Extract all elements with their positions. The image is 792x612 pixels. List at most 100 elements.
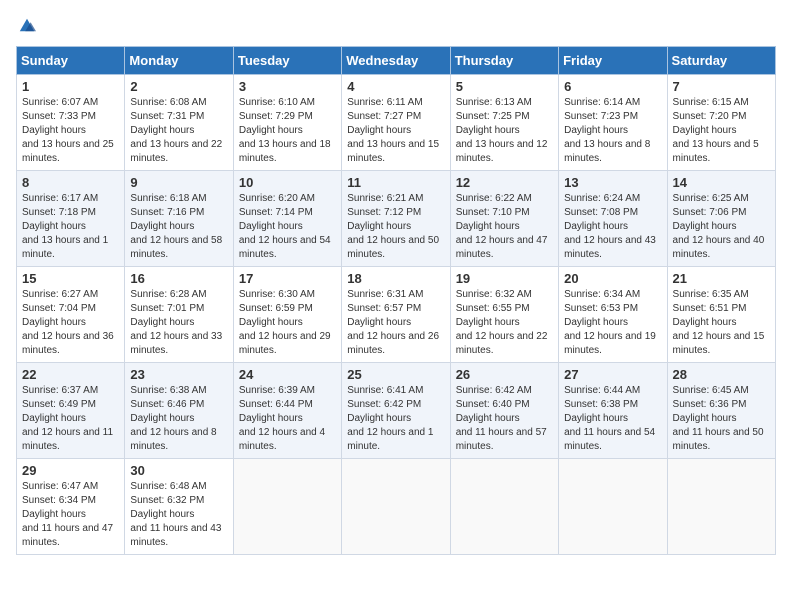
calendar-cell xyxy=(667,459,775,555)
calendar-cell: 30 Sunrise: 6:48 AM Sunset: 6:32 PM Dayl… xyxy=(125,459,233,555)
calendar-cell: 15 Sunrise: 6:27 AM Sunset: 7:04 PM Dayl… xyxy=(17,267,125,363)
day-number: 16 xyxy=(130,271,227,286)
logo xyxy=(16,16,36,34)
day-number: 25 xyxy=(347,367,444,382)
day-number: 23 xyxy=(130,367,227,382)
calendar-cell: 1 Sunrise: 6:07 AM Sunset: 7:33 PM Dayli… xyxy=(17,75,125,171)
day-info: Sunrise: 6:45 AM Sunset: 6:36 PM Dayligh… xyxy=(673,384,770,454)
calendar-cell: 17 Sunrise: 6:30 AM Sunset: 6:59 PM Dayl… xyxy=(233,267,341,363)
calendar-cell: 25 Sunrise: 6:41 AM Sunset: 6:42 PM Dayl… xyxy=(342,363,450,459)
calendar-cell: 10 Sunrise: 6:20 AM Sunset: 7:14 PM Dayl… xyxy=(233,171,341,267)
calendar-cell: 5 Sunrise: 6:13 AM Sunset: 7:25 PM Dayli… xyxy=(450,75,558,171)
calendar-cell: 7 Sunrise: 6:15 AM Sunset: 7:20 PM Dayli… xyxy=(667,75,775,171)
day-info: Sunrise: 6:27 AM Sunset: 7:04 PM Dayligh… xyxy=(22,288,119,358)
calendar-cell: 24 Sunrise: 6:39 AM Sunset: 6:44 PM Dayl… xyxy=(233,363,341,459)
calendar-cell: 6 Sunrise: 6:14 AM Sunset: 7:23 PM Dayli… xyxy=(559,75,667,171)
calendar-cell: 26 Sunrise: 6:42 AM Sunset: 6:40 PM Dayl… xyxy=(450,363,558,459)
calendar-cell: 9 Sunrise: 6:18 AM Sunset: 7:16 PM Dayli… xyxy=(125,171,233,267)
day-info: Sunrise: 6:24 AM Sunset: 7:08 PM Dayligh… xyxy=(564,192,661,262)
day-number: 8 xyxy=(22,175,119,190)
day-info: Sunrise: 6:31 AM Sunset: 6:57 PM Dayligh… xyxy=(347,288,444,358)
day-info: Sunrise: 6:28 AM Sunset: 7:01 PM Dayligh… xyxy=(130,288,227,358)
calendar-cell: 16 Sunrise: 6:28 AM Sunset: 7:01 PM Dayl… xyxy=(125,267,233,363)
day-info: Sunrise: 6:35 AM Sunset: 6:51 PM Dayligh… xyxy=(673,288,770,358)
day-info: Sunrise: 6:44 AM Sunset: 6:38 PM Dayligh… xyxy=(564,384,661,454)
calendar-cell xyxy=(342,459,450,555)
day-info: Sunrise: 6:14 AM Sunset: 7:23 PM Dayligh… xyxy=(564,96,661,166)
day-number: 9 xyxy=(130,175,227,190)
calendar-cell: 27 Sunrise: 6:44 AM Sunset: 6:38 PM Dayl… xyxy=(559,363,667,459)
day-info: Sunrise: 6:42 AM Sunset: 6:40 PM Dayligh… xyxy=(456,384,553,454)
calendar-cell: 14 Sunrise: 6:25 AM Sunset: 7:06 PM Dayl… xyxy=(667,171,775,267)
day-number: 18 xyxy=(347,271,444,286)
day-info: Sunrise: 6:18 AM Sunset: 7:16 PM Dayligh… xyxy=(130,192,227,262)
calendar-cell: 19 Sunrise: 6:32 AM Sunset: 6:55 PM Dayl… xyxy=(450,267,558,363)
calendar-cell xyxy=(559,459,667,555)
day-info: Sunrise: 6:48 AM Sunset: 6:32 PM Dayligh… xyxy=(130,480,227,550)
calendar-week-4: 29 Sunrise: 6:47 AM Sunset: 6:34 PM Dayl… xyxy=(17,459,776,555)
day-number: 12 xyxy=(456,175,553,190)
col-header-tuesday: Tuesday xyxy=(233,47,341,75)
calendar-cell: 11 Sunrise: 6:21 AM Sunset: 7:12 PM Dayl… xyxy=(342,171,450,267)
day-info: Sunrise: 6:20 AM Sunset: 7:14 PM Dayligh… xyxy=(239,192,336,262)
day-number: 4 xyxy=(347,79,444,94)
calendar-week-2: 15 Sunrise: 6:27 AM Sunset: 7:04 PM Dayl… xyxy=(17,267,776,363)
day-number: 10 xyxy=(239,175,336,190)
col-header-wednesday: Wednesday xyxy=(342,47,450,75)
day-number: 28 xyxy=(673,367,770,382)
day-info: Sunrise: 6:13 AM Sunset: 7:25 PM Dayligh… xyxy=(456,96,553,166)
day-info: Sunrise: 6:39 AM Sunset: 6:44 PM Dayligh… xyxy=(239,384,336,454)
day-info: Sunrise: 6:22 AM Sunset: 7:10 PM Dayligh… xyxy=(456,192,553,262)
day-number: 22 xyxy=(22,367,119,382)
calendar-cell: 22 Sunrise: 6:37 AM Sunset: 6:49 PM Dayl… xyxy=(17,363,125,459)
day-info: Sunrise: 6:47 AM Sunset: 6:34 PM Dayligh… xyxy=(22,480,119,550)
day-number: 20 xyxy=(564,271,661,286)
day-info: Sunrise: 6:34 AM Sunset: 6:53 PM Dayligh… xyxy=(564,288,661,358)
day-number: 6 xyxy=(564,79,661,94)
day-number: 30 xyxy=(130,463,227,478)
calendar-week-0: 1 Sunrise: 6:07 AM Sunset: 7:33 PM Dayli… xyxy=(17,75,776,171)
day-info: Sunrise: 6:11 AM Sunset: 7:27 PM Dayligh… xyxy=(347,96,444,166)
col-header-thursday: Thursday xyxy=(450,47,558,75)
day-number: 29 xyxy=(22,463,119,478)
day-number: 7 xyxy=(673,79,770,94)
logo-icon xyxy=(18,16,36,34)
day-number: 21 xyxy=(673,271,770,286)
page-header xyxy=(16,16,776,34)
day-number: 15 xyxy=(22,271,119,286)
day-info: Sunrise: 6:25 AM Sunset: 7:06 PM Dayligh… xyxy=(673,192,770,262)
calendar-cell: 18 Sunrise: 6:31 AM Sunset: 6:57 PM Dayl… xyxy=(342,267,450,363)
calendar-cell: 23 Sunrise: 6:38 AM Sunset: 6:46 PM Dayl… xyxy=(125,363,233,459)
day-number: 19 xyxy=(456,271,553,286)
calendar-cell: 21 Sunrise: 6:35 AM Sunset: 6:51 PM Dayl… xyxy=(667,267,775,363)
calendar-cell: 12 Sunrise: 6:22 AM Sunset: 7:10 PM Dayl… xyxy=(450,171,558,267)
day-info: Sunrise: 6:08 AM Sunset: 7:31 PM Dayligh… xyxy=(130,96,227,166)
day-number: 11 xyxy=(347,175,444,190)
calendar-cell xyxy=(233,459,341,555)
calendar-cell: 8 Sunrise: 6:17 AM Sunset: 7:18 PM Dayli… xyxy=(17,171,125,267)
day-info: Sunrise: 6:15 AM Sunset: 7:20 PM Dayligh… xyxy=(673,96,770,166)
day-number: 13 xyxy=(564,175,661,190)
calendar-week-3: 22 Sunrise: 6:37 AM Sunset: 6:49 PM Dayl… xyxy=(17,363,776,459)
day-info: Sunrise: 6:38 AM Sunset: 6:46 PM Dayligh… xyxy=(130,384,227,454)
day-number: 24 xyxy=(239,367,336,382)
calendar-week-1: 8 Sunrise: 6:17 AM Sunset: 7:18 PM Dayli… xyxy=(17,171,776,267)
day-info: Sunrise: 6:21 AM Sunset: 7:12 PM Dayligh… xyxy=(347,192,444,262)
day-number: 17 xyxy=(239,271,336,286)
calendar-table: SundayMondayTuesdayWednesdayThursdayFrid… xyxy=(16,46,776,555)
day-number: 26 xyxy=(456,367,553,382)
day-info: Sunrise: 6:10 AM Sunset: 7:29 PM Dayligh… xyxy=(239,96,336,166)
day-number: 1 xyxy=(22,79,119,94)
calendar-cell: 3 Sunrise: 6:10 AM Sunset: 7:29 PM Dayli… xyxy=(233,75,341,171)
calendar-cell: 20 Sunrise: 6:34 AM Sunset: 6:53 PM Dayl… xyxy=(559,267,667,363)
col-header-friday: Friday xyxy=(559,47,667,75)
calendar-cell: 28 Sunrise: 6:45 AM Sunset: 6:36 PM Dayl… xyxy=(667,363,775,459)
day-info: Sunrise: 6:30 AM Sunset: 6:59 PM Dayligh… xyxy=(239,288,336,358)
day-number: 2 xyxy=(130,79,227,94)
day-info: Sunrise: 6:32 AM Sunset: 6:55 PM Dayligh… xyxy=(456,288,553,358)
col-header-sunday: Sunday xyxy=(17,47,125,75)
calendar-cell: 29 Sunrise: 6:47 AM Sunset: 6:34 PM Dayl… xyxy=(17,459,125,555)
calendar-cell: 13 Sunrise: 6:24 AM Sunset: 7:08 PM Dayl… xyxy=(559,171,667,267)
calendar-cell: 4 Sunrise: 6:11 AM Sunset: 7:27 PM Dayli… xyxy=(342,75,450,171)
calendar-cell xyxy=(450,459,558,555)
